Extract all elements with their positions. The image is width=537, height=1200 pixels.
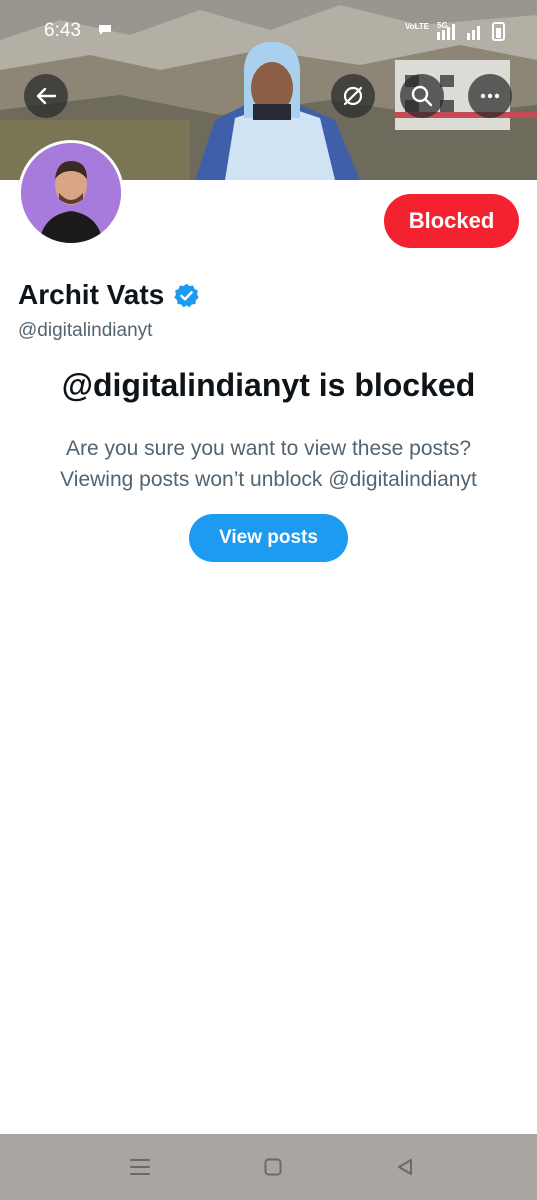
status-bar: 6:43 VoLTE 5G [0,0,537,60]
network-type-label: 5G [437,21,448,30]
back-button[interactable] [24,74,68,118]
profile-name: Archit Vats [18,279,165,310]
profile-name-row: Archit Vats [18,279,200,311]
blocked-description: Are you sure you want to view these post… [0,433,537,495]
search-button[interactable] [400,74,444,118]
status-time: 6:43 [44,20,81,41]
profile-screen: 6:43 VoLTE 5G Blocked Archit Vats @digit… [0,0,537,1200]
blocked-description-line2: Viewing posts won’t unblock @digitalindi… [60,468,477,491]
profile-handle: @digitalindianyt [18,320,153,341]
volte-label: VoLTE [405,22,430,31]
blocked-description-line1: Are you sure you want to view these post… [65,437,472,460]
more-icon [480,93,500,99]
back-triangle-icon[interactable] [396,1158,414,1176]
verified-badge-icon[interactable] [173,282,200,309]
signal-status-icons: VoLTE 5G [405,21,505,41]
back-arrow-icon [36,87,57,105]
sync-button[interactable] [331,74,375,118]
more-options-button[interactable] [468,74,512,118]
avatar-photo [21,143,121,243]
home-square-icon[interactable] [264,1158,282,1176]
view-posts-button[interactable]: View posts [189,514,348,562]
search-icon [411,85,433,107]
chat-notification-icon [99,25,111,35]
menu-icon[interactable] [130,1158,150,1176]
blocked-title: @digitalindianyt is blocked [61,367,476,403]
sync-icon [343,86,363,106]
blocked-button[interactable]: Blocked [384,194,519,248]
system-nav-bar [0,1134,537,1200]
profile-avatar[interactable] [18,140,124,246]
